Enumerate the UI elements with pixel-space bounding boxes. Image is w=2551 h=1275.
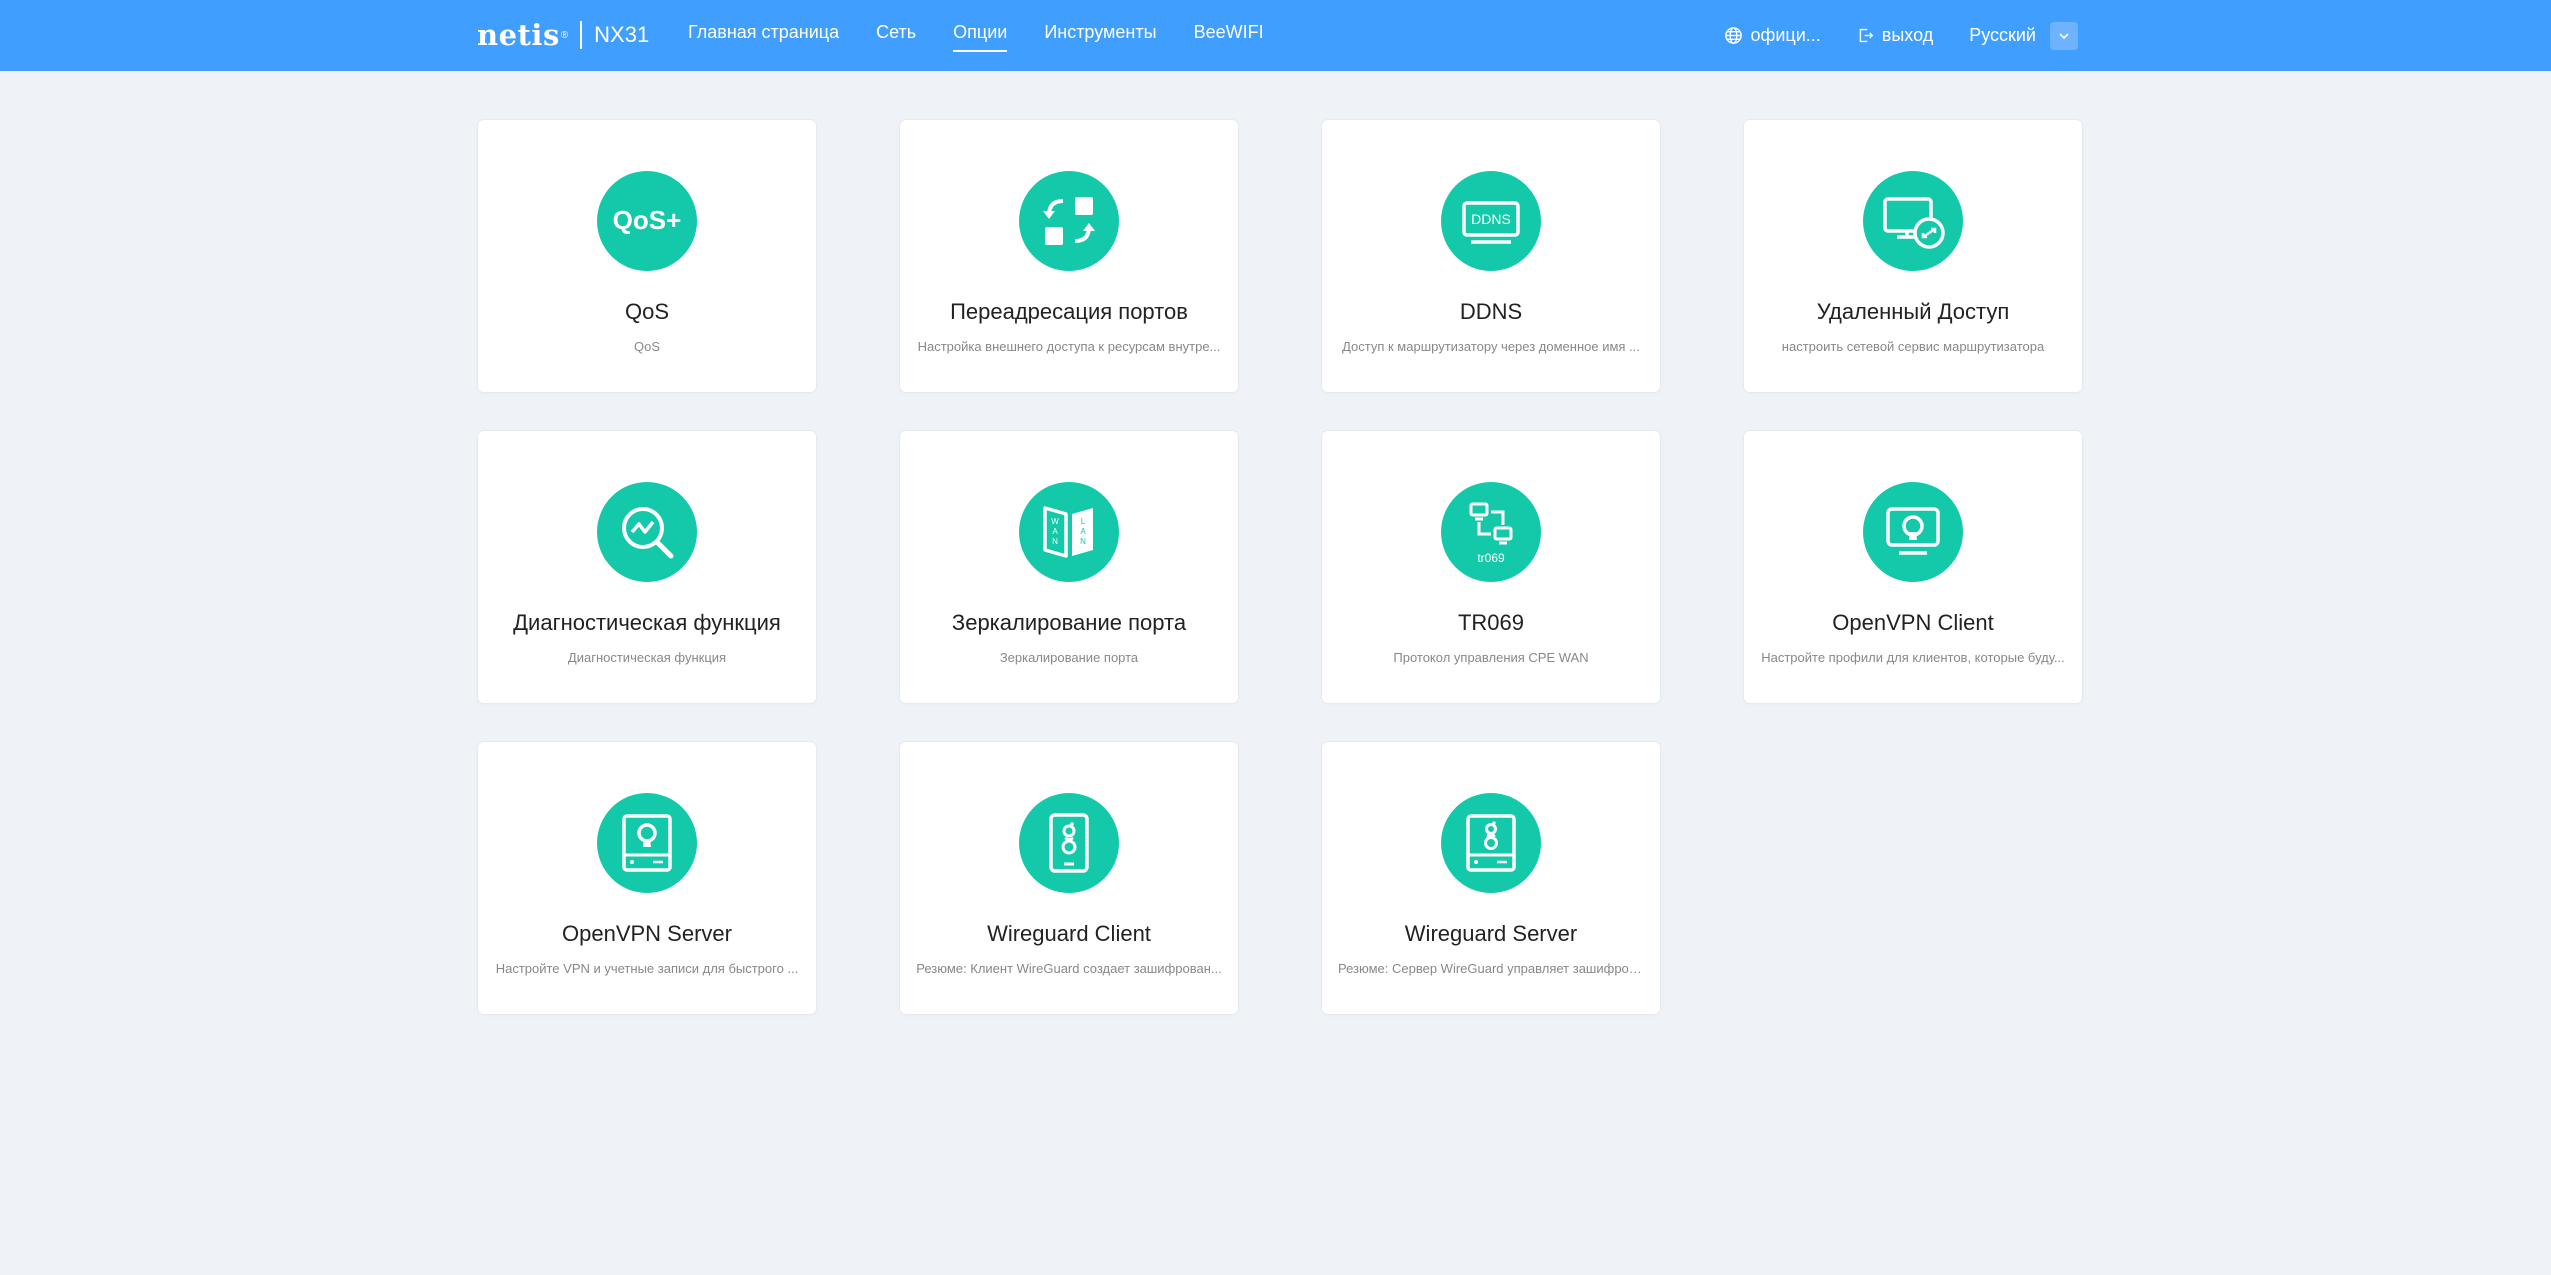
card-title: Wireguard Client: [987, 921, 1151, 946]
logo-divider: [580, 21, 583, 49]
top-navigation-bar: netis ® NX31 Главная страница Сеть Опции …: [0, 0, 2551, 71]
card-title: QoS: [624, 299, 670, 324]
card-title: OpenVPN Server: [562, 921, 732, 946]
openvpn-server-icon: [597, 793, 697, 893]
logout-button[interactable]: выход: [1857, 25, 1933, 46]
logo-brand: netis: [477, 18, 560, 52]
port-forwarding-icon: [1019, 171, 1119, 271]
remote-access-icon: [1863, 171, 1963, 271]
language-label: Русский: [1969, 25, 2036, 45]
card-tr069[interactable]: tr069 TR069 Протокол управления CPE WAN: [1322, 431, 1660, 703]
router-model: NX31: [594, 22, 650, 47]
wireguard-client-icon: [1019, 793, 1119, 893]
card-ddns[interactable]: DDNS DDNS Доступ к маршрутизатору через …: [1322, 120, 1660, 392]
wireguard-server-icon: [1441, 793, 1541, 893]
card-title: OpenVPN Client: [1832, 610, 1994, 635]
card-title: TR069: [1457, 610, 1525, 635]
svg-text:A: A: [1052, 527, 1058, 536]
card-title: Зеркалирование порта: [951, 610, 1187, 635]
card-description: Зеркалирование порта: [999, 650, 1139, 665]
card-openvpn-server[interactable]: OpenVPN Server Настройте VPN и учетные з…: [478, 742, 816, 1014]
card-description: Резюме: Клиент WireGuard создает зашифро…: [916, 961, 1222, 976]
card-port-mirroring[interactable]: W A N L A N Зеркалирование порта Зеркали…: [900, 431, 1238, 703]
logout-label: выход: [1881, 25, 1934, 45]
logo-registered-mark: ®: [560, 29, 569, 41]
openvpn-client-icon: [1863, 482, 1963, 582]
card-title: Wireguard Server: [1404, 921, 1578, 946]
nav-beewifi[interactable]: BeeWIFI: [1194, 0, 1264, 71]
main-nav: Главная страница Сеть Опции Инструменты …: [688, 0, 1301, 71]
nav-home[interactable]: Главная страница: [688, 0, 839, 71]
svg-text:DDNS: DDNS: [1471, 211, 1511, 227]
card-description: Настройка внешнего доступа к ресурсам вн…: [917, 339, 1221, 354]
card-wireguard-client[interactable]: Wireguard Client Резюме: Клиент WireGuar…: [900, 742, 1238, 1014]
nav-options[interactable]: Опции: [953, 0, 1008, 71]
card-description: Диагностическая функция: [567, 650, 727, 665]
card-title: Удаленный Доступ: [1816, 299, 2010, 324]
card-remote-access[interactable]: Удаленный Доступ настроить сетевой серви…: [1744, 120, 2082, 392]
logout-icon: [1859, 28, 1874, 43]
language-select[interactable]: Русский: [1969, 21, 2078, 50]
card-title: DDNS: [1459, 299, 1523, 324]
chevron-down-icon[interactable]: [2050, 21, 2078, 50]
card-description: Доступ к маршрутизатору через доменное и…: [1342, 339, 1640, 354]
qos-icon: QoS+: [597, 171, 697, 271]
globe-icon: [1724, 27, 1742, 44]
netis-logo[interactable]: netis ® NX31: [477, 14, 649, 56]
card-description: QoS: [633, 339, 660, 354]
svg-text:N: N: [1052, 537, 1058, 546]
card-description: Протокол управления CPE WAN: [1393, 650, 1589, 665]
card-title: Переадресация портов: [950, 299, 1188, 324]
tr069-icon: tr069: [1441, 482, 1541, 582]
svg-text:N: N: [1080, 537, 1086, 546]
svg-text:W: W: [1051, 517, 1059, 526]
svg-text:A: A: [1080, 527, 1086, 536]
card-openvpn-client[interactable]: OpenVPN Client Настройте профили для кли…: [1744, 431, 2082, 703]
svg-text:L: L: [1081, 517, 1086, 526]
card-diagnostics[interactable]: Диагностическая функция Диагностическая …: [478, 431, 816, 703]
ddns-icon: DDNS: [1441, 171, 1541, 271]
card-wireguard-server[interactable]: Wireguard Server Резюме: Сервер WireGuar…: [1322, 742, 1660, 1014]
card-title: Диагностическая функция: [513, 610, 781, 635]
svg-text:QoS+: QoS+: [613, 205, 682, 235]
card-description: Настройте профили для клиентов, которые …: [1761, 650, 2065, 665]
nav-tools[interactable]: Инструменты: [1044, 0, 1156, 71]
diagnostics-icon: [597, 482, 697, 582]
card-description: настроить сетевой сервис маршрутизатора: [1781, 339, 2045, 354]
options-grid: QoS+ QoS QoS Переадресация портов Настро…: [478, 120, 2082, 1015]
official-site-label: офици...: [1750, 25, 1821, 45]
card-description: Резюме: Сервер WireGuard управляет зашиф…: [1338, 961, 1644, 976]
official-site-link[interactable]: офици...: [1724, 25, 1821, 46]
nav-network[interactable]: Сеть: [876, 0, 916, 71]
header-actions: офици... выход Русский: [1688, 0, 2078, 71]
port-mirroring-icon: W A N L A N: [1019, 482, 1119, 582]
card-description: Настройте VPN и учетные записи для быстр…: [495, 961, 799, 976]
svg-text:tr069: tr069: [1477, 551, 1505, 565]
card-port-forwarding[interactable]: Переадресация портов Настройка внешнего …: [900, 120, 1238, 392]
card-qos[interactable]: QoS+ QoS QoS: [478, 120, 816, 392]
